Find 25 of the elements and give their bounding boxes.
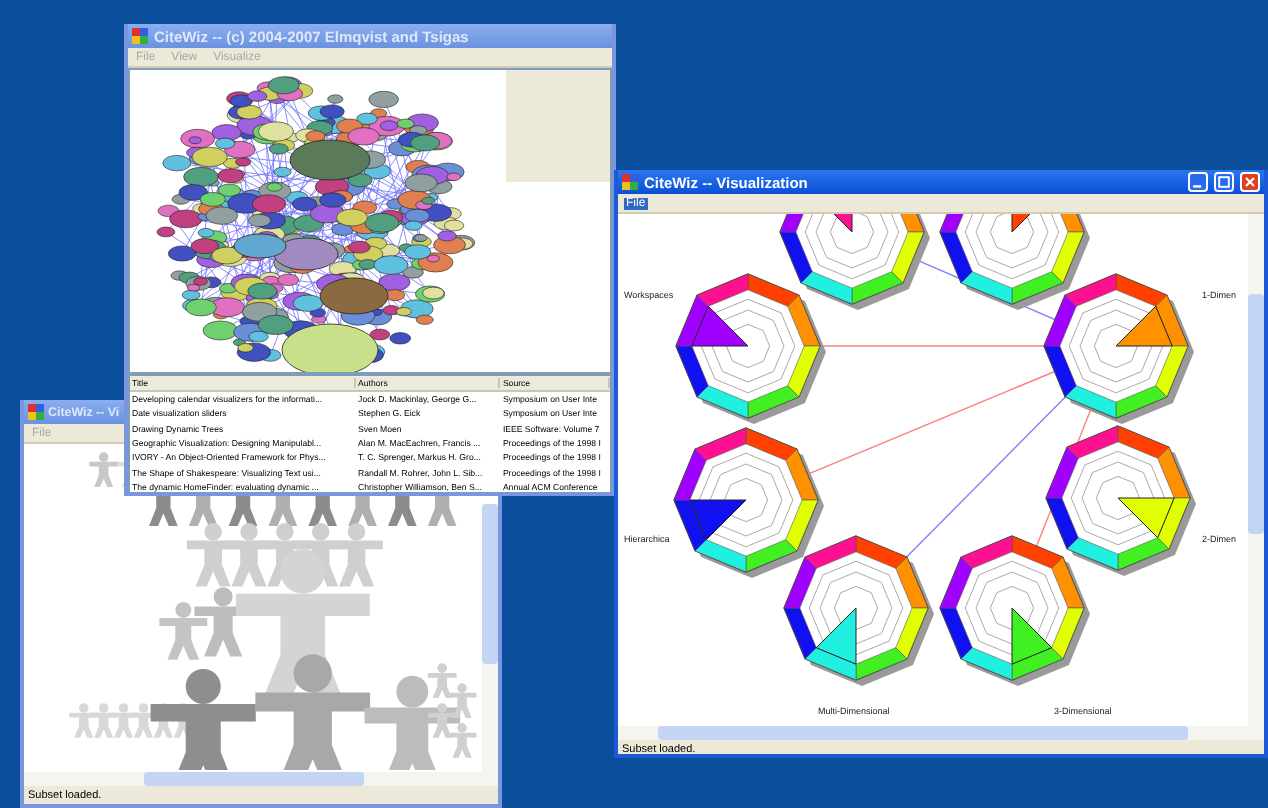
maximize-icon xyxy=(1216,174,1232,190)
maximize-button[interactable] xyxy=(1214,172,1234,192)
octagon-glyph[interactable] xyxy=(939,214,1090,310)
octagon-glyph[interactable] xyxy=(1043,273,1194,424)
octagon-glyph[interactable] xyxy=(779,214,930,310)
octagon-glyph[interactable] xyxy=(675,273,826,424)
close-button[interactable] xyxy=(1240,172,1260,192)
app-icon xyxy=(622,174,638,190)
scrollbar-thumb[interactable] xyxy=(1248,294,1264,534)
side-panel xyxy=(506,70,610,182)
octagon-glyph[interactable] xyxy=(939,535,1090,686)
octagon-glyph[interactable] xyxy=(673,427,824,578)
app-icon xyxy=(28,404,44,420)
scrollbar-thumb[interactable] xyxy=(482,504,498,664)
octagon-glyph[interactable] xyxy=(783,535,934,686)
horizontal-scrollbar[interactable] xyxy=(618,726,1264,740)
scrollbar-thumb[interactable] xyxy=(144,772,364,786)
horizontal-scrollbar[interactable] xyxy=(24,772,498,786)
vertical-scrollbar[interactable] xyxy=(1248,214,1264,726)
octagon-glyph[interactable] xyxy=(1045,425,1196,576)
app-icon xyxy=(132,28,148,44)
close-icon xyxy=(1242,174,1258,190)
vertical-scrollbar[interactable] xyxy=(482,504,498,772)
minimize-button[interactable] xyxy=(1188,172,1208,192)
scrollbar-thumb[interactable] xyxy=(658,726,1188,740)
